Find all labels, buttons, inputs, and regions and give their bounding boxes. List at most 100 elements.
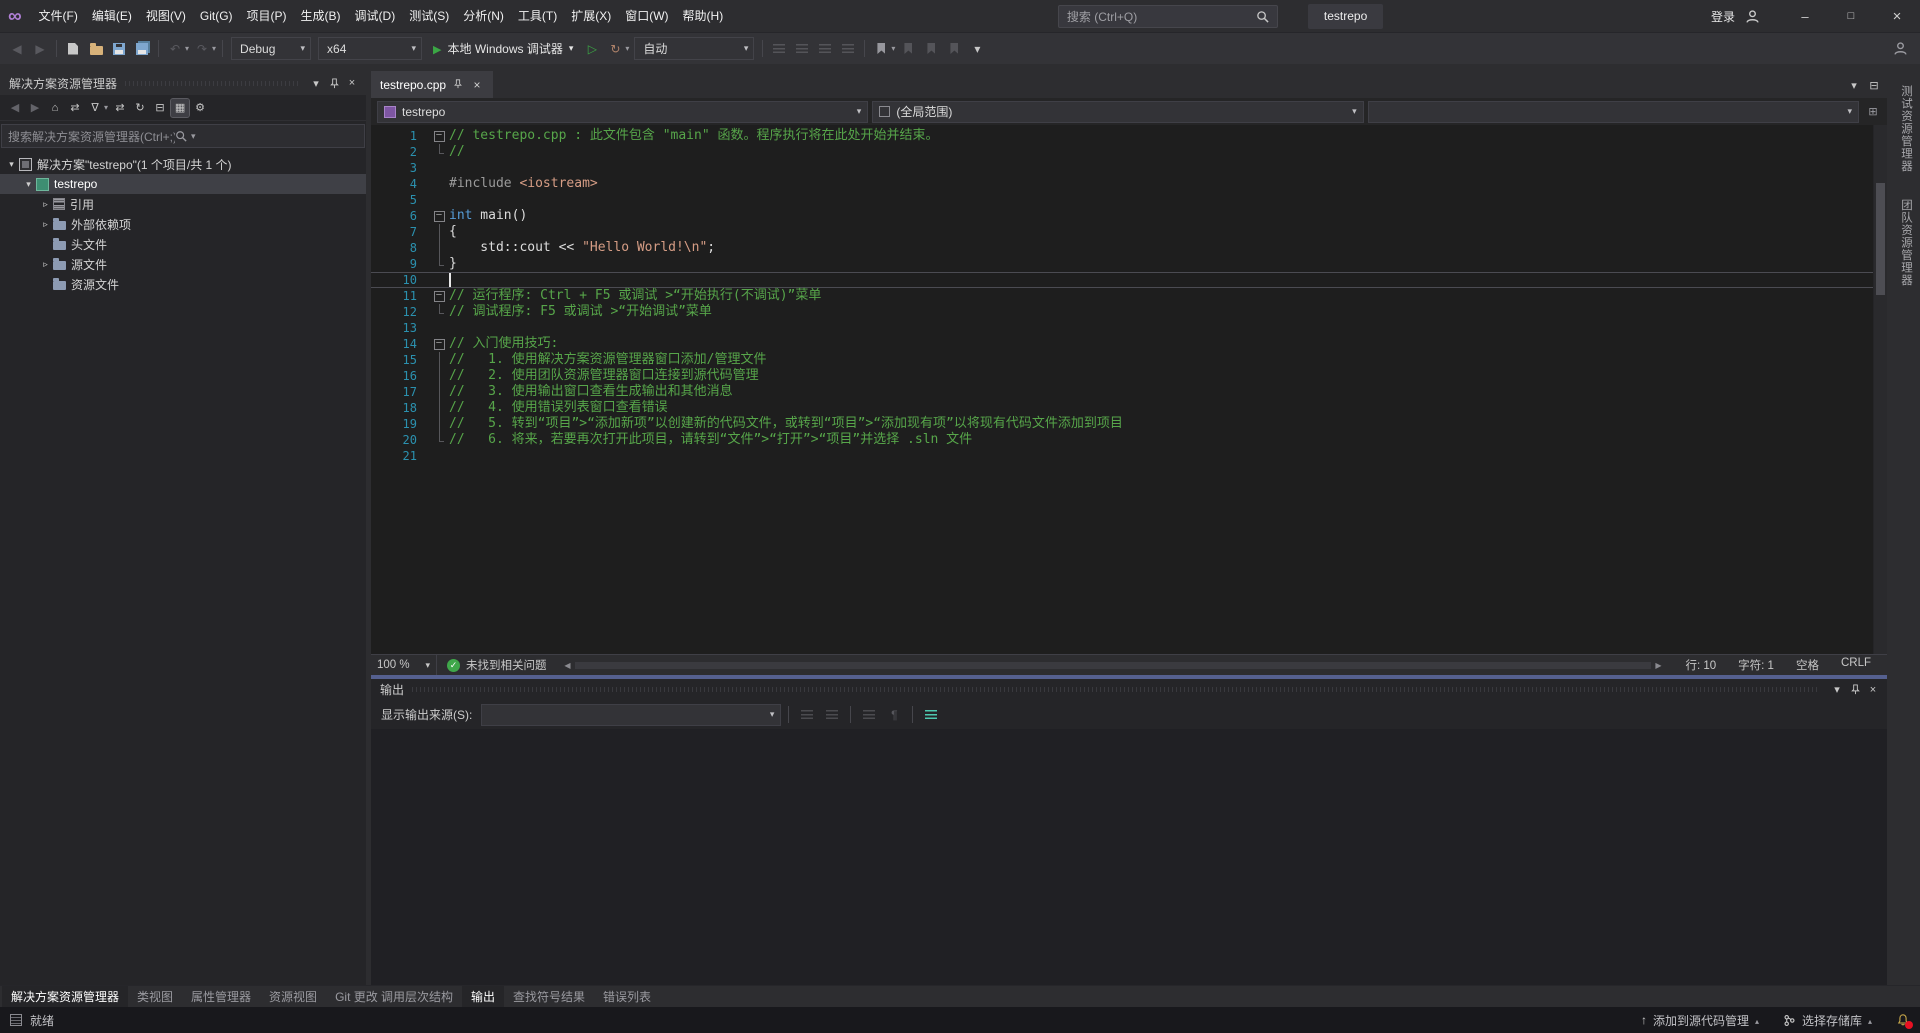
solution-platform-combo[interactable]: x64 ▾ bbox=[318, 37, 422, 60]
previous-message-icon[interactable] bbox=[796, 704, 818, 726]
chevron-down-icon[interactable]: ▾ bbox=[891, 44, 895, 53]
column-indicator[interactable]: 字符: 1 bbox=[1738, 657, 1774, 673]
code-line[interactable]: 14// 入门使用技巧: bbox=[371, 336, 1873, 352]
tree-item[interactable]: ▹引用 bbox=[0, 194, 366, 214]
toolbar-options-icon[interactable]: ▾ bbox=[966, 38, 988, 60]
scroll-left-icon[interactable]: ◀ bbox=[561, 661, 575, 670]
code-line[interactable]: 7{ bbox=[371, 224, 1873, 240]
nav-backward-icon[interactable]: ◀ bbox=[6, 38, 28, 60]
sync-with-active-document-icon[interactable]: ⇄ bbox=[111, 99, 129, 117]
code-line[interactable]: 17// 3. 使用输出窗口查看生成输出和其他消息 bbox=[371, 384, 1873, 400]
refresh-icon[interactable]: ↻ bbox=[131, 99, 149, 117]
code-line[interactable]: 2// bbox=[371, 144, 1873, 160]
horizontal-scrollbar-track[interactable] bbox=[575, 661, 1652, 670]
tool-window-tab[interactable]: 资源视图 bbox=[260, 986, 326, 1007]
tree-item[interactable]: ▹源文件 bbox=[0, 254, 366, 274]
pending-changes-filter-icon[interactable]: ∇ bbox=[86, 99, 104, 117]
chevron-down-icon[interactable]: ▾ bbox=[625, 44, 629, 53]
solution-configuration-combo[interactable]: Debug ▾ bbox=[231, 37, 311, 60]
right-dock-tab[interactable]: 测试资源管理器 bbox=[1898, 81, 1914, 177]
tool-window-tab[interactable]: 类视图 bbox=[128, 986, 182, 1007]
line-indicator[interactable]: 行: 10 bbox=[1685, 657, 1716, 673]
menu-item[interactable]: 生成(B) bbox=[294, 0, 348, 32]
spaces-indicator[interactable]: 空格 bbox=[1796, 657, 1819, 673]
bottom-panel-tab[interactable]: 查找符号结果 bbox=[504, 986, 594, 1007]
chevron-down-icon[interactable]: ▾ bbox=[104, 103, 108, 112]
menu-item[interactable]: 帮助(H) bbox=[676, 0, 731, 32]
solution-explorer-search-box[interactable]: 搜索解决方案资源管理器(Ctrl+;) ▾ bbox=[1, 124, 365, 148]
line-ending-indicator[interactable]: CRLF bbox=[1841, 657, 1871, 673]
document-health-indicator[interactable]: 未找到相关问题 bbox=[447, 657, 547, 673]
window-options-icon[interactable]: ⊟ bbox=[1865, 76, 1883, 94]
new-project-icon[interactable] bbox=[62, 38, 84, 60]
select-repository-button[interactable]: 选择存储库 bbox=[1783, 1012, 1872, 1029]
document-tab[interactable]: testrepo.cpp bbox=[371, 71, 493, 98]
output-source-combo[interactable]: ▾ bbox=[481, 704, 781, 726]
scroll-right-icon[interactable]: ▶ bbox=[1651, 661, 1665, 670]
home-icon[interactable]: ⌂ bbox=[46, 99, 64, 117]
start-debugging-button[interactable]: 本地 Windows 调试器 ▾ bbox=[426, 37, 580, 60]
output-header[interactable]: 输出 ▾ × bbox=[371, 679, 1887, 700]
vertical-scrollbar[interactable] bbox=[1873, 125, 1887, 654]
open-file-icon[interactable] bbox=[85, 38, 107, 60]
tree-item[interactable]: ▾解决方案"testrepo"(1 个项目/共 1 个) bbox=[0, 154, 366, 174]
solution-explorer-header[interactable]: 解决方案资源管理器 ▾ × bbox=[0, 71, 366, 95]
pin-output-icon[interactable] bbox=[920, 704, 942, 726]
scope-dropdown[interactable]: (全局范围) ▾ bbox=[872, 101, 1363, 123]
indent-decrease-icon[interactable] bbox=[768, 38, 790, 60]
fold-collapse-icon[interactable] bbox=[429, 128, 449, 144]
horizontal-scrollbar[interactable]: ◀ ▶ bbox=[561, 655, 1666, 675]
tree-expand-icon[interactable]: ▹ bbox=[38, 199, 53, 210]
tree-item[interactable]: ▹外部依赖项 bbox=[0, 214, 366, 234]
add-to-source-control-button[interactable]: 添加到源代码管理 bbox=[1641, 1012, 1759, 1029]
code-line[interactable]: 4#include <iostream> bbox=[371, 176, 1873, 192]
tool-window-tab[interactable]: 解决方案资源管理器 bbox=[2, 986, 128, 1007]
close-button[interactable] bbox=[1874, 0, 1920, 33]
save-icon[interactable] bbox=[108, 38, 130, 60]
notifications-button[interactable] bbox=[1896, 1013, 1910, 1027]
menu-item[interactable]: Git(G) bbox=[193, 0, 240, 32]
start-without-debugging-icon[interactable] bbox=[581, 38, 603, 60]
horizontal-scrollbar-thumb[interactable] bbox=[575, 662, 1652, 669]
toggle-bookmark-icon[interactable] bbox=[870, 38, 892, 60]
fold-collapse-icon[interactable] bbox=[429, 208, 449, 224]
forward-icon[interactable]: ▶ bbox=[26, 99, 44, 117]
next-bookmark-icon[interactable] bbox=[920, 38, 942, 60]
menu-item[interactable]: 编辑(E) bbox=[85, 0, 139, 32]
bottom-panel-tab[interactable]: 调用层次结构 bbox=[372, 986, 462, 1007]
close-icon[interactable] bbox=[470, 78, 484, 92]
menu-item[interactable]: 分析(N) bbox=[456, 0, 511, 32]
sign-in-link[interactable]: 登录 bbox=[1711, 8, 1735, 25]
redo-icon[interactable]: ↷ bbox=[191, 38, 213, 60]
code-line[interactable]: 1// testrepo.cpp : 此文件包含 "main" 函数。程序执行将… bbox=[371, 128, 1873, 144]
undo-icon[interactable]: ↶ bbox=[164, 38, 186, 60]
active-files-dropdown-icon[interactable]: ▾ bbox=[1845, 76, 1863, 94]
properties-icon[interactable]: ⚙ bbox=[191, 99, 209, 117]
previous-bookmark-icon[interactable] bbox=[897, 38, 919, 60]
tree-collapse-icon[interactable]: ▾ bbox=[21, 179, 36, 190]
menu-item[interactable]: 文件(F) bbox=[32, 0, 85, 32]
fold-collapse-icon[interactable] bbox=[429, 288, 449, 304]
code-line[interactable]: 9} bbox=[371, 256, 1873, 272]
comment-selection-icon[interactable] bbox=[814, 38, 836, 60]
hot-reload-icon[interactable] bbox=[604, 38, 626, 60]
maximize-button[interactable] bbox=[1828, 0, 1874, 33]
code-line[interactable]: 10 bbox=[371, 272, 1873, 288]
code-line[interactable]: 20// 6. 将来，若要再次打开此项目，请转到“文件”>“打开”>“项目”并选… bbox=[371, 432, 1873, 448]
chevron-down-icon[interactable]: ▾ bbox=[191, 131, 358, 142]
tree-item[interactable]: 资源文件 bbox=[0, 274, 366, 294]
vertical-scrollbar-thumb[interactable] bbox=[1876, 183, 1885, 295]
tree-collapse-icon[interactable]: ▾ bbox=[4, 159, 19, 170]
pin-icon[interactable] bbox=[325, 74, 343, 92]
output-content[interactable] bbox=[371, 729, 1887, 985]
split-window-icon[interactable]: ⊞ bbox=[1863, 102, 1883, 122]
code-line[interactable]: 6int main() bbox=[371, 208, 1873, 224]
chevron-down-icon[interactable]: ▾ bbox=[1828, 681, 1846, 699]
code-line[interactable]: 12// 调试程序: F5 或调试 >“开始调试”菜单 bbox=[371, 304, 1873, 320]
zoom-combo[interactable]: 100 % ▾ bbox=[371, 655, 437, 675]
code-line[interactable]: 18// 4. 使用错误列表窗口查看错误 bbox=[371, 400, 1873, 416]
menu-item[interactable]: 视图(V) bbox=[139, 0, 193, 32]
uncomment-selection-icon[interactable] bbox=[837, 38, 859, 60]
switch-views-icon[interactable]: ⇄ bbox=[66, 99, 84, 117]
user-avatar-icon[interactable] bbox=[1745, 9, 1760, 24]
